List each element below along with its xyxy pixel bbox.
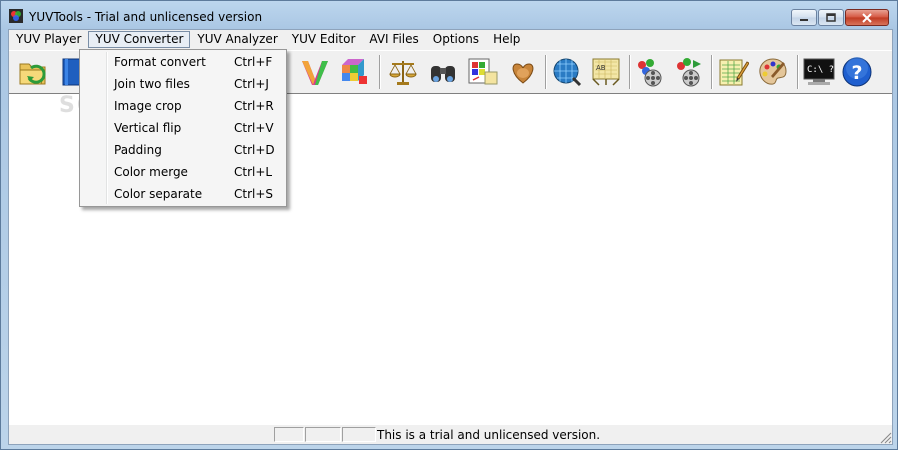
open-folder-icon	[19, 63, 46, 85]
console-label: C:\ ?	[807, 65, 834, 75]
menu-item-padding[interactable]: Padding Ctrl+D	[82, 139, 284, 161]
menu-item-color-merge[interactable]: Color merge Ctrl+L	[82, 161, 284, 183]
toolbar-grid-globe-button[interactable]	[551, 56, 583, 88]
toolbar-color-cube-button[interactable]	[339, 56, 371, 88]
menu-item-shortcut: Ctrl+D	[234, 143, 275, 157]
toolbar-binoculars-button[interactable]	[427, 56, 459, 88]
menu-item-label: Color separate	[114, 187, 203, 201]
toolbar-image-compare-button[interactable]	[467, 56, 499, 88]
toolbar-separator	[711, 55, 713, 89]
menu-yuv-converter[interactable]: YUV Converter	[88, 31, 191, 48]
app-window: YUVTools - Trial and unlicensed version …	[0, 0, 898, 450]
menu-item-label: Color merge	[114, 165, 188, 179]
binoculars-icon	[431, 66, 455, 82]
close-button[interactable]	[845, 9, 889, 26]
help-icon: ?	[842, 57, 872, 87]
menu-avi-files[interactable]: AVI Files	[362, 31, 425, 48]
close-icon	[846, 10, 888, 25]
menu-item-label: Padding	[114, 143, 162, 157]
menu-item-color-separate[interactable]: Color separate Ctrl+S	[82, 183, 284, 205]
toolbar-open-button[interactable]	[17, 56, 49, 88]
minimize-button[interactable]	[791, 9, 817, 26]
scales-icon	[389, 61, 417, 85]
toolbar-notepad-button[interactable]	[717, 56, 750, 88]
menu-yuv-player[interactable]: YUV Player	[9, 31, 88, 48]
menu-item-format-convert[interactable]: Format convert Ctrl+F	[82, 51, 284, 73]
notepad-pencil-icon	[719, 59, 750, 86]
yuv-converter-dropdown: Format convert Ctrl+F Join two files Ctr…	[79, 49, 287, 207]
image-edit-icon: AB	[592, 58, 620, 86]
toolbar-separator	[797, 55, 799, 89]
resize-grip-icon[interactable]	[878, 430, 892, 444]
status-panel-3	[342, 427, 376, 442]
film-convert-icon	[677, 58, 701, 87]
toolbar-film-convert-button[interactable]	[673, 56, 705, 88]
menu-bar: YUV Player YUV Converter YUV Analyzer YU…	[9, 30, 892, 49]
menu-item-shortcut: Ctrl+R	[234, 99, 274, 113]
window-controls	[791, 9, 889, 27]
toolbar-color-v-button[interactable]	[299, 56, 331, 88]
image-compare-icon	[468, 58, 498, 85]
menu-item-shortcut: Ctrl+F	[234, 55, 273, 69]
menu-item-label: Image crop	[114, 99, 182, 113]
status-panel-2	[305, 427, 341, 442]
menu-item-label: Vertical flip	[114, 121, 182, 135]
minimize-icon	[792, 10, 816, 25]
toolbar-separator	[629, 55, 631, 89]
toolbar-help-button[interactable]: ?	[841, 56, 873, 88]
toolbar-palette-button[interactable]	[757, 56, 789, 88]
menu-yuv-editor[interactable]: YUV Editor	[285, 31, 363, 48]
status-panel-1	[274, 427, 304, 442]
menu-item-label: Format convert	[114, 55, 206, 69]
svg-text:AB: AB	[596, 64, 606, 72]
menu-item-shortcut: Ctrl+J	[234, 77, 269, 91]
film-reel-icon	[638, 59, 662, 87]
grid-globe-icon	[553, 58, 582, 87]
menu-help[interactable]: Help	[486, 31, 527, 48]
title-bar[interactable]: YUVTools - Trial and unlicensed version	[1, 1, 897, 29]
maximize-icon	[819, 10, 843, 25]
yuvtools-app-icon	[9, 9, 23, 23]
toolbar-console-button[interactable]: C:\ ?	[803, 56, 835, 88]
menu-item-shortcut: Ctrl+L	[234, 165, 273, 179]
heart-hands-icon	[512, 63, 534, 84]
toolbar-image-edit-button[interactable]: AB	[591, 56, 623, 88]
color-cube-icon	[342, 59, 367, 84]
menu-item-join-two-files[interactable]: Join two files Ctrl+J	[82, 73, 284, 95]
menu-item-shortcut: Ctrl+V	[234, 121, 274, 135]
menu-item-vertical-flip[interactable]: Vertical flip Ctrl+V	[82, 117, 284, 139]
window-title: YUVTools - Trial and unlicensed version	[29, 10, 263, 24]
toolbar-film-button[interactable]	[633, 56, 665, 88]
menu-item-shortcut: Ctrl+S	[234, 187, 274, 201]
toolbar-separator	[545, 55, 547, 89]
maximize-button[interactable]	[818, 9, 844, 26]
menu-yuv-analyzer[interactable]: YUV Analyzer	[190, 31, 284, 48]
status-message: This is a trial and unlicensed version.	[377, 428, 601, 442]
color-v-icon	[302, 61, 328, 85]
palette-icon	[759, 58, 787, 85]
toolbar-scales-button[interactable]	[387, 56, 419, 88]
menu-item-label: Join two files	[114, 77, 190, 91]
help-label: ?	[852, 62, 863, 84]
toolbar-heart-button[interactable]	[507, 56, 539, 88]
command-prompt-icon: C:\ ?	[803, 58, 835, 85]
toolbar-separator	[379, 55, 381, 89]
status-bar: This is a trial and unlicensed version.	[9, 426, 892, 444]
menu-options[interactable]: Options	[426, 31, 486, 48]
menu-item-image-crop[interactable]: Image crop Ctrl+R	[82, 95, 284, 117]
